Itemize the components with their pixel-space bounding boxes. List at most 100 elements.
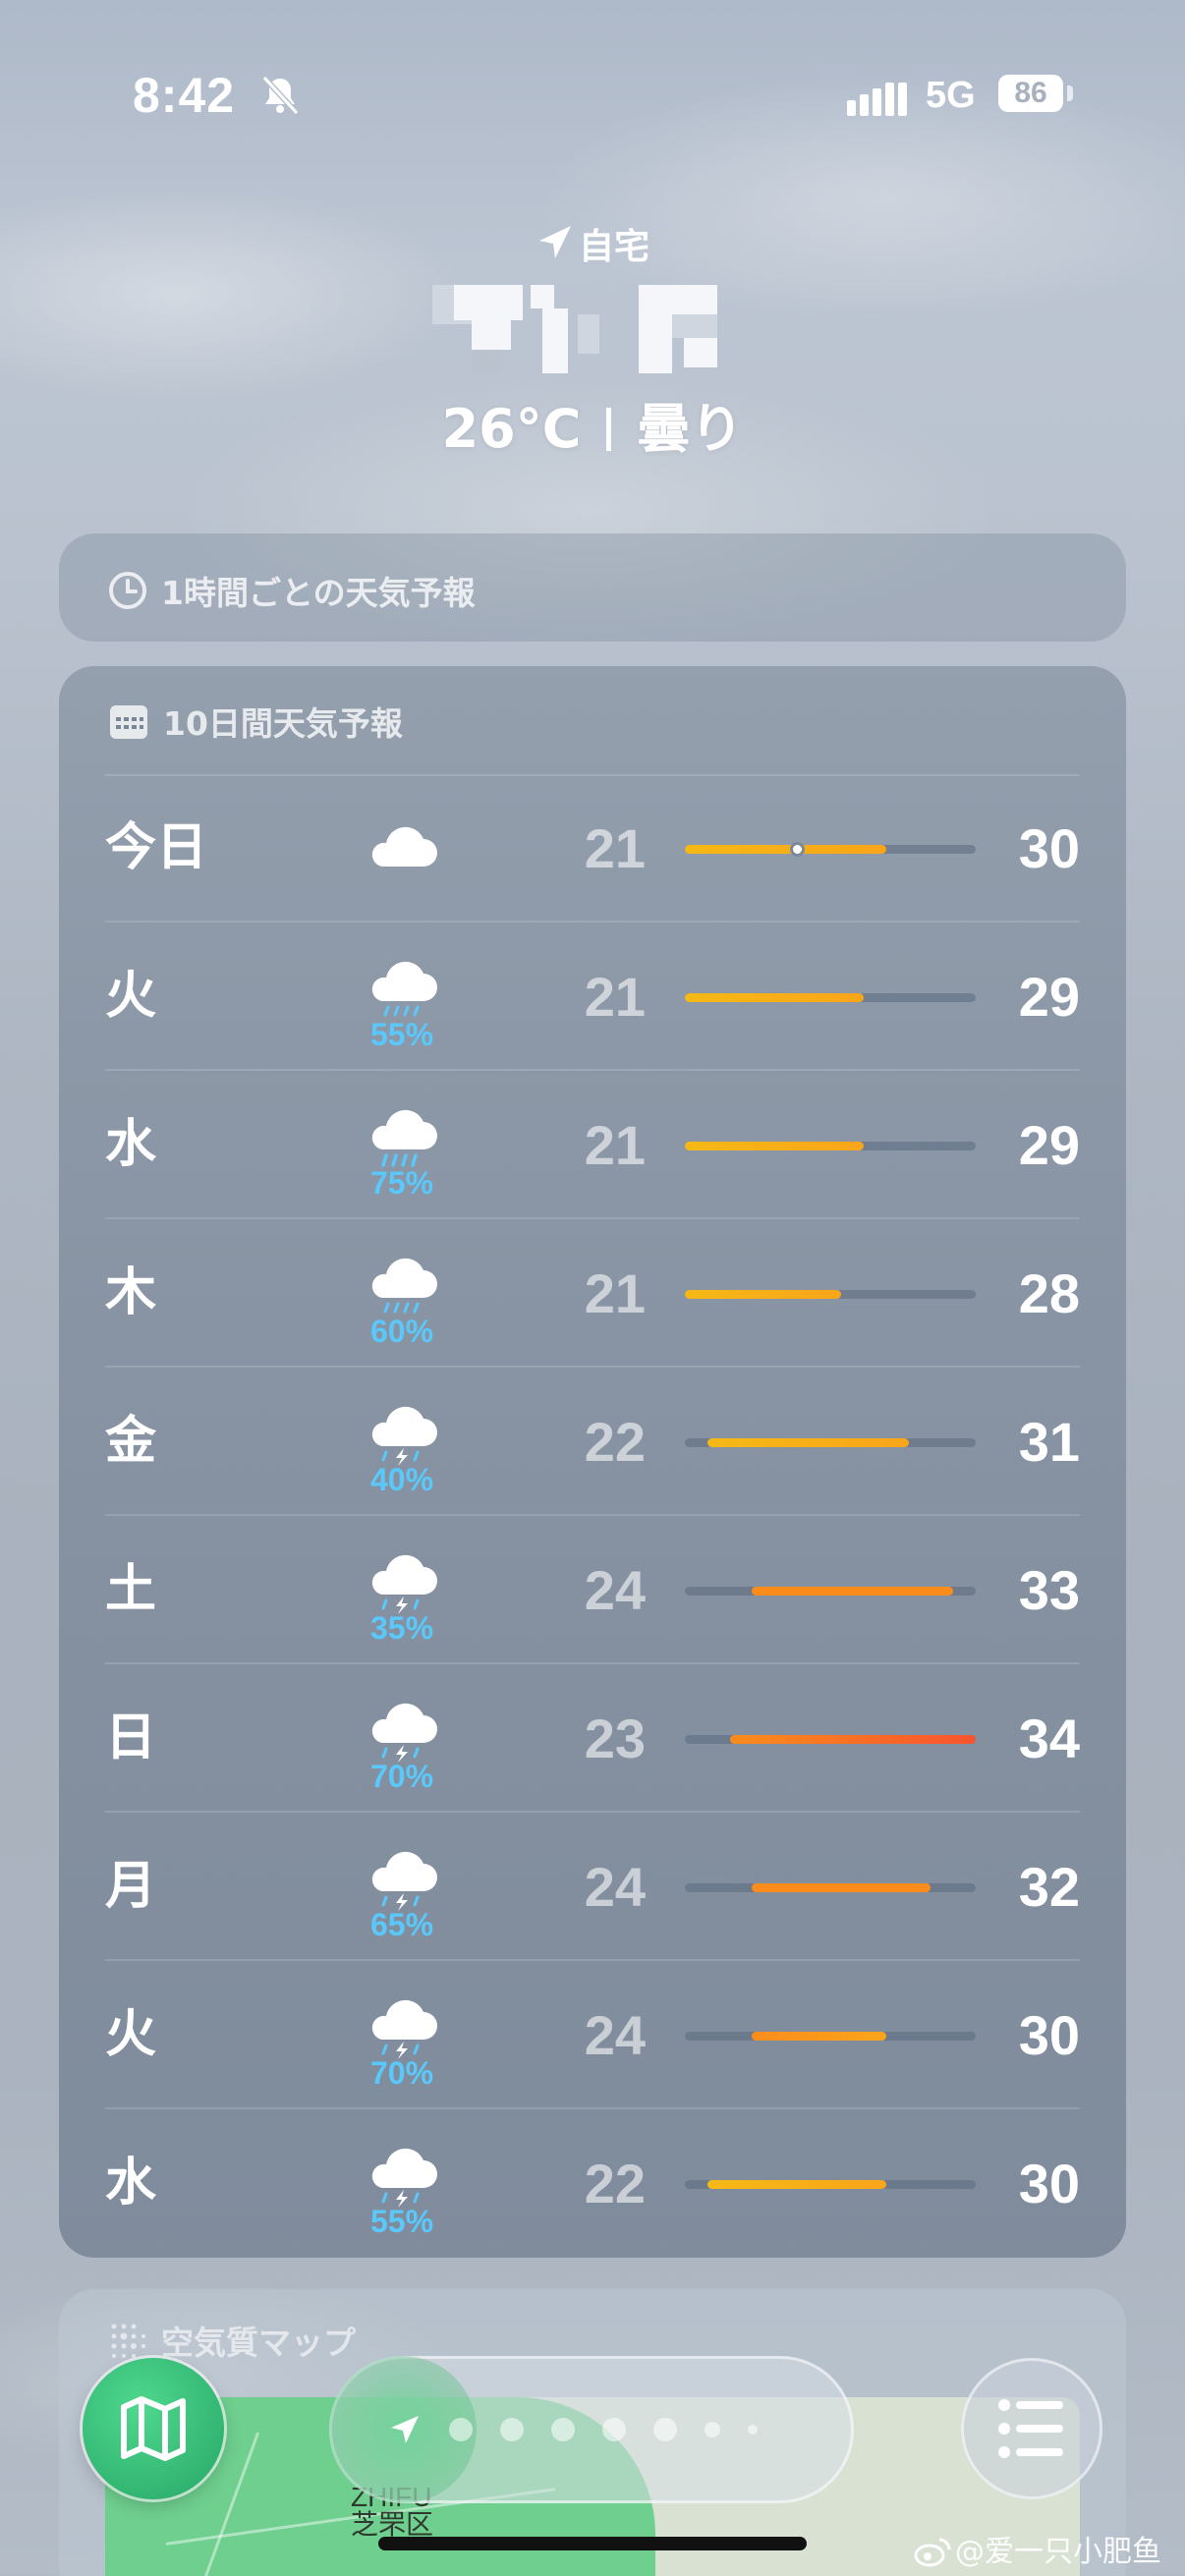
precipitation-chance: 55% — [369, 2204, 434, 2239]
air-quality-title: 空気質マップ — [161, 2324, 356, 2362]
status-time: 8:42 — [133, 68, 236, 123]
location-arrow-icon — [538, 226, 571, 258]
home-indicator[interactable] — [378, 2537, 807, 2550]
precipitation-chance: 70% — [369, 2055, 434, 2091]
low-temperature: 21 — [584, 817, 646, 879]
temperature-range-bar — [685, 2032, 976, 2041]
current-summary: 26°C 曇り — [0, 385, 1185, 463]
forecast-day-row[interactable]: 月 65% 24 32 — [105, 1813, 1080, 1961]
ten-day-forecast-title: 10日間天気予報 — [163, 704, 403, 743]
temperature-range-bar — [685, 1290, 976, 1299]
forecast-day-row[interactable]: 日 70% 23 34 — [105, 1664, 1080, 1813]
day-name: 今日 — [105, 818, 208, 877]
precipitation-chance: 65% — [369, 1907, 434, 1942]
map-button[interactable] — [83, 2358, 224, 2499]
high-temperature: 28 — [1018, 1262, 1080, 1324]
cloud-bolt-rain-icon — [371, 1851, 437, 1911]
temperature-range-fill — [685, 1290, 842, 1299]
forecast-day-row[interactable]: 水 55% 22 30 — [105, 2109, 1080, 2258]
low-temperature: 21 — [584, 966, 646, 1028]
temperature-range-bar — [685, 842, 976, 857]
low-temperature: 24 — [584, 2004, 646, 2066]
battery-tip — [1067, 85, 1073, 101]
high-temperature: 32 — [1018, 1856, 1080, 1918]
cloud-drizzle-icon — [371, 1258, 437, 1314]
page-dot[interactable] — [551, 2418, 575, 2441]
temperature-range-bar — [685, 1142, 976, 1150]
high-temperature: 30 — [1018, 2153, 1080, 2214]
air-quality-header: 空気質マップ — [108, 2317, 356, 2364]
temperature-range-fill — [729, 1735, 976, 1744]
precipitation-chance: 35% — [369, 1610, 434, 1646]
forecast-day-row[interactable]: 水 75% 21 29 — [105, 1071, 1080, 1219]
temperature-range-bar — [685, 993, 976, 1002]
page-dot[interactable] — [602, 2418, 626, 2441]
cloud-icon — [371, 826, 437, 867]
cloud-bolt-rain-icon — [371, 1406, 437, 1466]
cloud-bolt-rain-icon — [371, 1554, 437, 1614]
forecast-day-row[interactable]: 木 60% 21 28 — [105, 1219, 1080, 1368]
page-dot[interactable] — [653, 2418, 677, 2441]
hourly-forecast-title: 1時間ごとの天気予報 — [161, 574, 476, 612]
temperature-range-fill — [706, 2180, 886, 2189]
current-condition: 曇り — [637, 398, 744, 460]
forecast-day-row[interactable]: 土 35% 24 33 — [105, 1516, 1080, 1664]
page-dot[interactable] — [748, 2425, 758, 2435]
day-name: 月 — [105, 1857, 157, 1916]
page-dot[interactable] — [705, 2422, 720, 2437]
precipitation-chance: 40% — [369, 1462, 434, 1497]
precipitation-chance: 60% — [369, 1314, 434, 1349]
location-row: 自宅 — [0, 218, 1185, 269]
page-dot[interactable] — [449, 2418, 473, 2441]
day-name: 土 — [105, 1560, 157, 1619]
forecast-day-row[interactable]: 火 55% 21 29 — [105, 923, 1080, 1071]
map-icon — [121, 2396, 186, 2461]
network-type: 5G — [926, 75, 976, 116]
day-name: 木 — [105, 1263, 157, 1322]
high-temperature: 29 — [1018, 1114, 1080, 1176]
location-label: 自宅 — [578, 227, 649, 267]
low-temperature: 24 — [584, 1856, 646, 1918]
weibo-logo-icon — [914, 2538, 951, 2567]
cloud-bolt-rain-icon — [371, 1703, 437, 1763]
current-location-arrow-icon — [391, 2416, 419, 2443]
battery-indicator: 86 — [998, 75, 1063, 112]
watermark-text: @爱一只小肥鱼 — [955, 2535, 1161, 2569]
city-name-pixelated — [432, 275, 757, 383]
high-temperature: 34 — [1018, 1708, 1080, 1769]
temperature-range-bar — [685, 1883, 976, 1892]
day-name: 金 — [105, 1412, 157, 1471]
calendar-icon — [110, 705, 147, 739]
page-dots — [388, 2356, 758, 2503]
page-dot[interactable] — [500, 2418, 524, 2441]
hourly-forecast-card[interactable]: 1時間ごとの天気予報 — [59, 533, 1126, 642]
forecast-day-row[interactable]: 金 40% 22 31 — [105, 1368, 1080, 1516]
temperature-range-fill — [685, 1142, 865, 1150]
precipitation-chance: 75% — [369, 1165, 434, 1201]
forecast-day-row[interactable]: 今日 21 30 — [105, 774, 1080, 923]
day-name: 水 — [105, 1115, 157, 1174]
summary-separator — [606, 408, 612, 451]
cloud-rain-icon — [371, 1109, 437, 1167]
cloud-drizzle-icon — [371, 961, 437, 1017]
clock-icon — [109, 572, 146, 609]
forecast-day-row[interactable]: 火 70% 24 30 — [105, 1961, 1080, 2109]
status-bar: 8:42 5G 86 — [0, 61, 1185, 130]
current-temperature: 26°C — [441, 398, 582, 460]
ten-day-forecast-card[interactable]: 10日間天気予報 今日 21 30 火 55% 21 29 水 75% 21 29 木 60% 21 28 金… — [59, 666, 1126, 2258]
cloud-bolt-rain-icon — [371, 2148, 437, 2208]
temperature-range-fill — [752, 2032, 886, 2041]
hourly-forecast-header: 1時間ごとの天気予報 — [108, 567, 476, 614]
temperature-range-fill — [752, 1883, 931, 1892]
map-label-zh: 芝罘区 — [351, 2509, 434, 2540]
temperature-range-fill — [706, 1438, 909, 1447]
day-name: 水 — [105, 2154, 157, 2212]
location-list-button[interactable] — [961, 2358, 1102, 2499]
day-name: 日 — [105, 1708, 157, 1767]
location-page-indicator[interactable] — [329, 2356, 854, 2503]
low-temperature: 22 — [584, 2153, 646, 2214]
temperature-range-bar — [685, 2180, 976, 2189]
low-temperature: 21 — [584, 1262, 646, 1324]
precipitation-chance: 55% — [369, 1017, 434, 1052]
low-temperature: 21 — [584, 1114, 646, 1176]
